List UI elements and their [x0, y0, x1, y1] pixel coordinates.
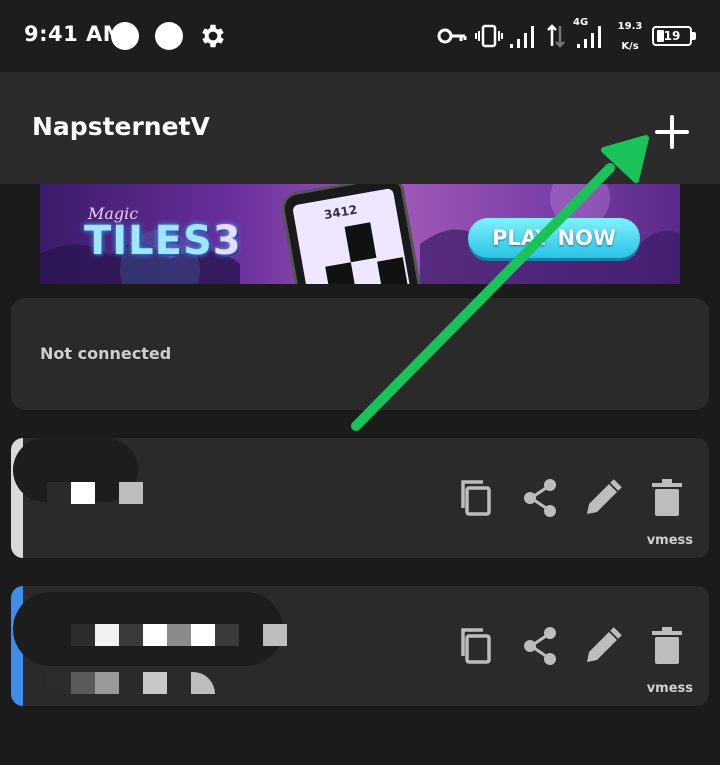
redaction-pixel	[191, 624, 215, 646]
server-card[interactable]: vmess	[11, 438, 709, 558]
share-icon[interactable]	[519, 624, 563, 668]
delete-icon[interactable]	[645, 476, 689, 520]
signal-icon	[577, 26, 601, 48]
copy-icon[interactable]	[455, 624, 499, 668]
battery-tip	[692, 32, 696, 40]
ad-score: 3412	[323, 202, 359, 223]
server-protocol: vmess	[646, 681, 693, 696]
ad-logo-number: 3	[212, 218, 242, 264]
server-protocol: vmess	[646, 533, 693, 548]
copy-icon[interactable]	[455, 476, 499, 520]
redaction-pixel	[47, 672, 71, 694]
ad-logo: TILES3	[84, 218, 242, 264]
redaction-pixel	[71, 482, 95, 504]
connection-status-text: Not connected	[40, 344, 172, 363]
signal-icon	[510, 26, 534, 48]
redaction-pixel	[215, 624, 239, 646]
redaction-pixel	[119, 624, 143, 646]
network-speed: 19.3 K/s	[616, 17, 644, 57]
redaction-pixel	[47, 482, 71, 504]
app-title: NapsternetV	[32, 112, 210, 141]
battery-icon: 19	[652, 26, 692, 46]
redaction-pixel	[167, 624, 191, 646]
status-bar: 9:41 AM 4G 19.3 K/s 19	[0, 0, 720, 72]
network-speed-value: 19.3	[617, 21, 643, 32]
vibrate-icon	[475, 24, 503, 48]
ad-logo-text: TILES	[84, 218, 213, 264]
vpn-key-icon	[437, 28, 467, 44]
battery-level: 19	[663, 29, 681, 43]
redaction-pixel	[143, 672, 167, 694]
edit-icon[interactable]	[581, 624, 625, 668]
redaction-pixel	[95, 624, 119, 646]
ad-banner[interactable]: Magic TILES3 3412 PLAY NOW	[40, 184, 680, 284]
status-time: 9:41 AM	[24, 22, 125, 46]
plus-icon[interactable]	[652, 112, 692, 152]
redaction-pixel	[191, 672, 215, 694]
gear-icon	[202, 24, 224, 48]
app-bar: NapsternetV	[0, 72, 720, 184]
ad-phone-graphic: 3412	[282, 184, 420, 284]
redaction-pixel	[143, 624, 167, 646]
connection-status-card[interactable]: Not connected	[11, 298, 709, 410]
data-arrows-icon	[547, 24, 565, 48]
redaction-pixel	[71, 624, 95, 646]
redaction-pixel	[119, 482, 143, 504]
share-icon[interactable]	[519, 476, 563, 520]
ad-play-now-button[interactable]: PLAY NOW	[468, 218, 640, 258]
server-card[interactable]: vmess	[11, 586, 709, 706]
delete-icon[interactable]	[645, 624, 689, 668]
network-speed-unit: K/s	[621, 41, 639, 52]
circle-icon	[111, 22, 139, 50]
redaction-pixel	[263, 624, 287, 646]
redaction-pixel	[95, 672, 119, 694]
redaction-pixel	[71, 672, 95, 694]
edit-icon[interactable]	[581, 476, 625, 520]
circle-icon	[155, 22, 183, 50]
